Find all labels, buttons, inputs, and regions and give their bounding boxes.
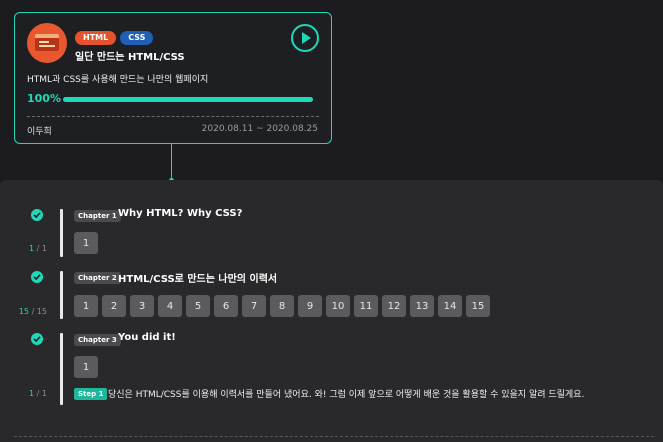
lesson-button[interactable]: 2: [102, 295, 126, 317]
course-thumbnail-icon: [27, 23, 67, 63]
lesson-button[interactable]: 1: [74, 295, 98, 317]
progress-fill: [63, 97, 313, 102]
lesson-button[interactable]: 10: [326, 295, 350, 317]
lesson-button[interactable]: 6: [214, 295, 238, 317]
step-text[interactable]: 당신은 HTML/CSS를 이용해 이력서를 만들어 냈어요. 와! 그럼 이제…: [108, 387, 584, 400]
chapter-title[interactable]: HTML/CSS로 만드는 나만의 이력서: [118, 270, 277, 285]
lesson-button[interactable]: 5: [186, 295, 210, 317]
chapter-count: 1 / 1: [29, 389, 47, 398]
lesson-button[interactable]: 14: [438, 295, 462, 317]
lesson-button[interactable]: 3: [130, 295, 154, 317]
check-icon: [31, 333, 43, 345]
course-period: 2020.08.11 ~ 2020.08.25: [201, 124, 318, 134]
check-icon: [31, 271, 43, 283]
play-icon: [302, 32, 311, 44]
course-tags: HTML CSS: [75, 31, 154, 45]
step-badge: Step 1: [74, 388, 108, 400]
lesson-button[interactable]: 9: [298, 295, 322, 317]
timeline-connector: [171, 144, 172, 180]
lesson-button[interactable]: 4: [158, 295, 182, 317]
chapter-line: [60, 333, 63, 405]
lesson-button[interactable]: 15: [466, 295, 490, 317]
tag-css: CSS: [120, 31, 154, 45]
chapter-label: Chapter 1: [74, 210, 121, 222]
lesson-list: 1 2 3 4 5 6 7 8 9 10 11 12 13 14 15: [74, 295, 490, 317]
course-description: HTML과 CSS를 사용해 만드는 나만의 웹페이지: [27, 75, 209, 85]
play-button[interactable]: [291, 24, 319, 52]
lesson-button[interactable]: 12: [382, 295, 406, 317]
card-divider: [27, 116, 319, 117]
chapter-panel: 1 / 1 Chapter 1 Why HTML? Why CSS? 1 15 …: [0, 180, 663, 442]
check-icon: [31, 209, 43, 221]
chapter-count: 1 / 1: [29, 244, 47, 253]
chapter-line: [60, 209, 63, 257]
lesson-button[interactable]: 1: [74, 232, 98, 254]
lesson-button[interactable]: 13: [410, 295, 434, 317]
lesson-list: 1: [74, 232, 98, 254]
bottom-divider: [14, 436, 654, 437]
chapter-title[interactable]: Why HTML? Why CSS?: [118, 208, 242, 219]
course-title: 일단 만드는 HTML/CSS: [75, 52, 185, 63]
chapter-label: Chapter 2: [74, 272, 121, 284]
lesson-list: 1: [74, 356, 98, 378]
lesson-button[interactable]: 11: [354, 295, 378, 317]
lesson-button[interactable]: 8: [270, 295, 294, 317]
lesson-button[interactable]: 7: [242, 295, 266, 317]
course-card[interactable]: HTML CSS 일단 만드는 HTML/CSS HTML과 CSS를 사용해 …: [14, 12, 332, 144]
progress-percent: 100%: [27, 92, 61, 105]
tag-html: HTML: [75, 31, 117, 45]
chapter-title[interactable]: You did it!: [118, 332, 176, 343]
chapter-line: [60, 271, 63, 319]
chapter-label: Chapter 3: [74, 334, 121, 346]
lesson-button[interactable]: 1: [74, 356, 98, 378]
course-author: 이두희: [27, 127, 52, 137]
progress-bar: [63, 97, 313, 102]
chapter-count: 15 / 15: [18, 307, 47, 316]
